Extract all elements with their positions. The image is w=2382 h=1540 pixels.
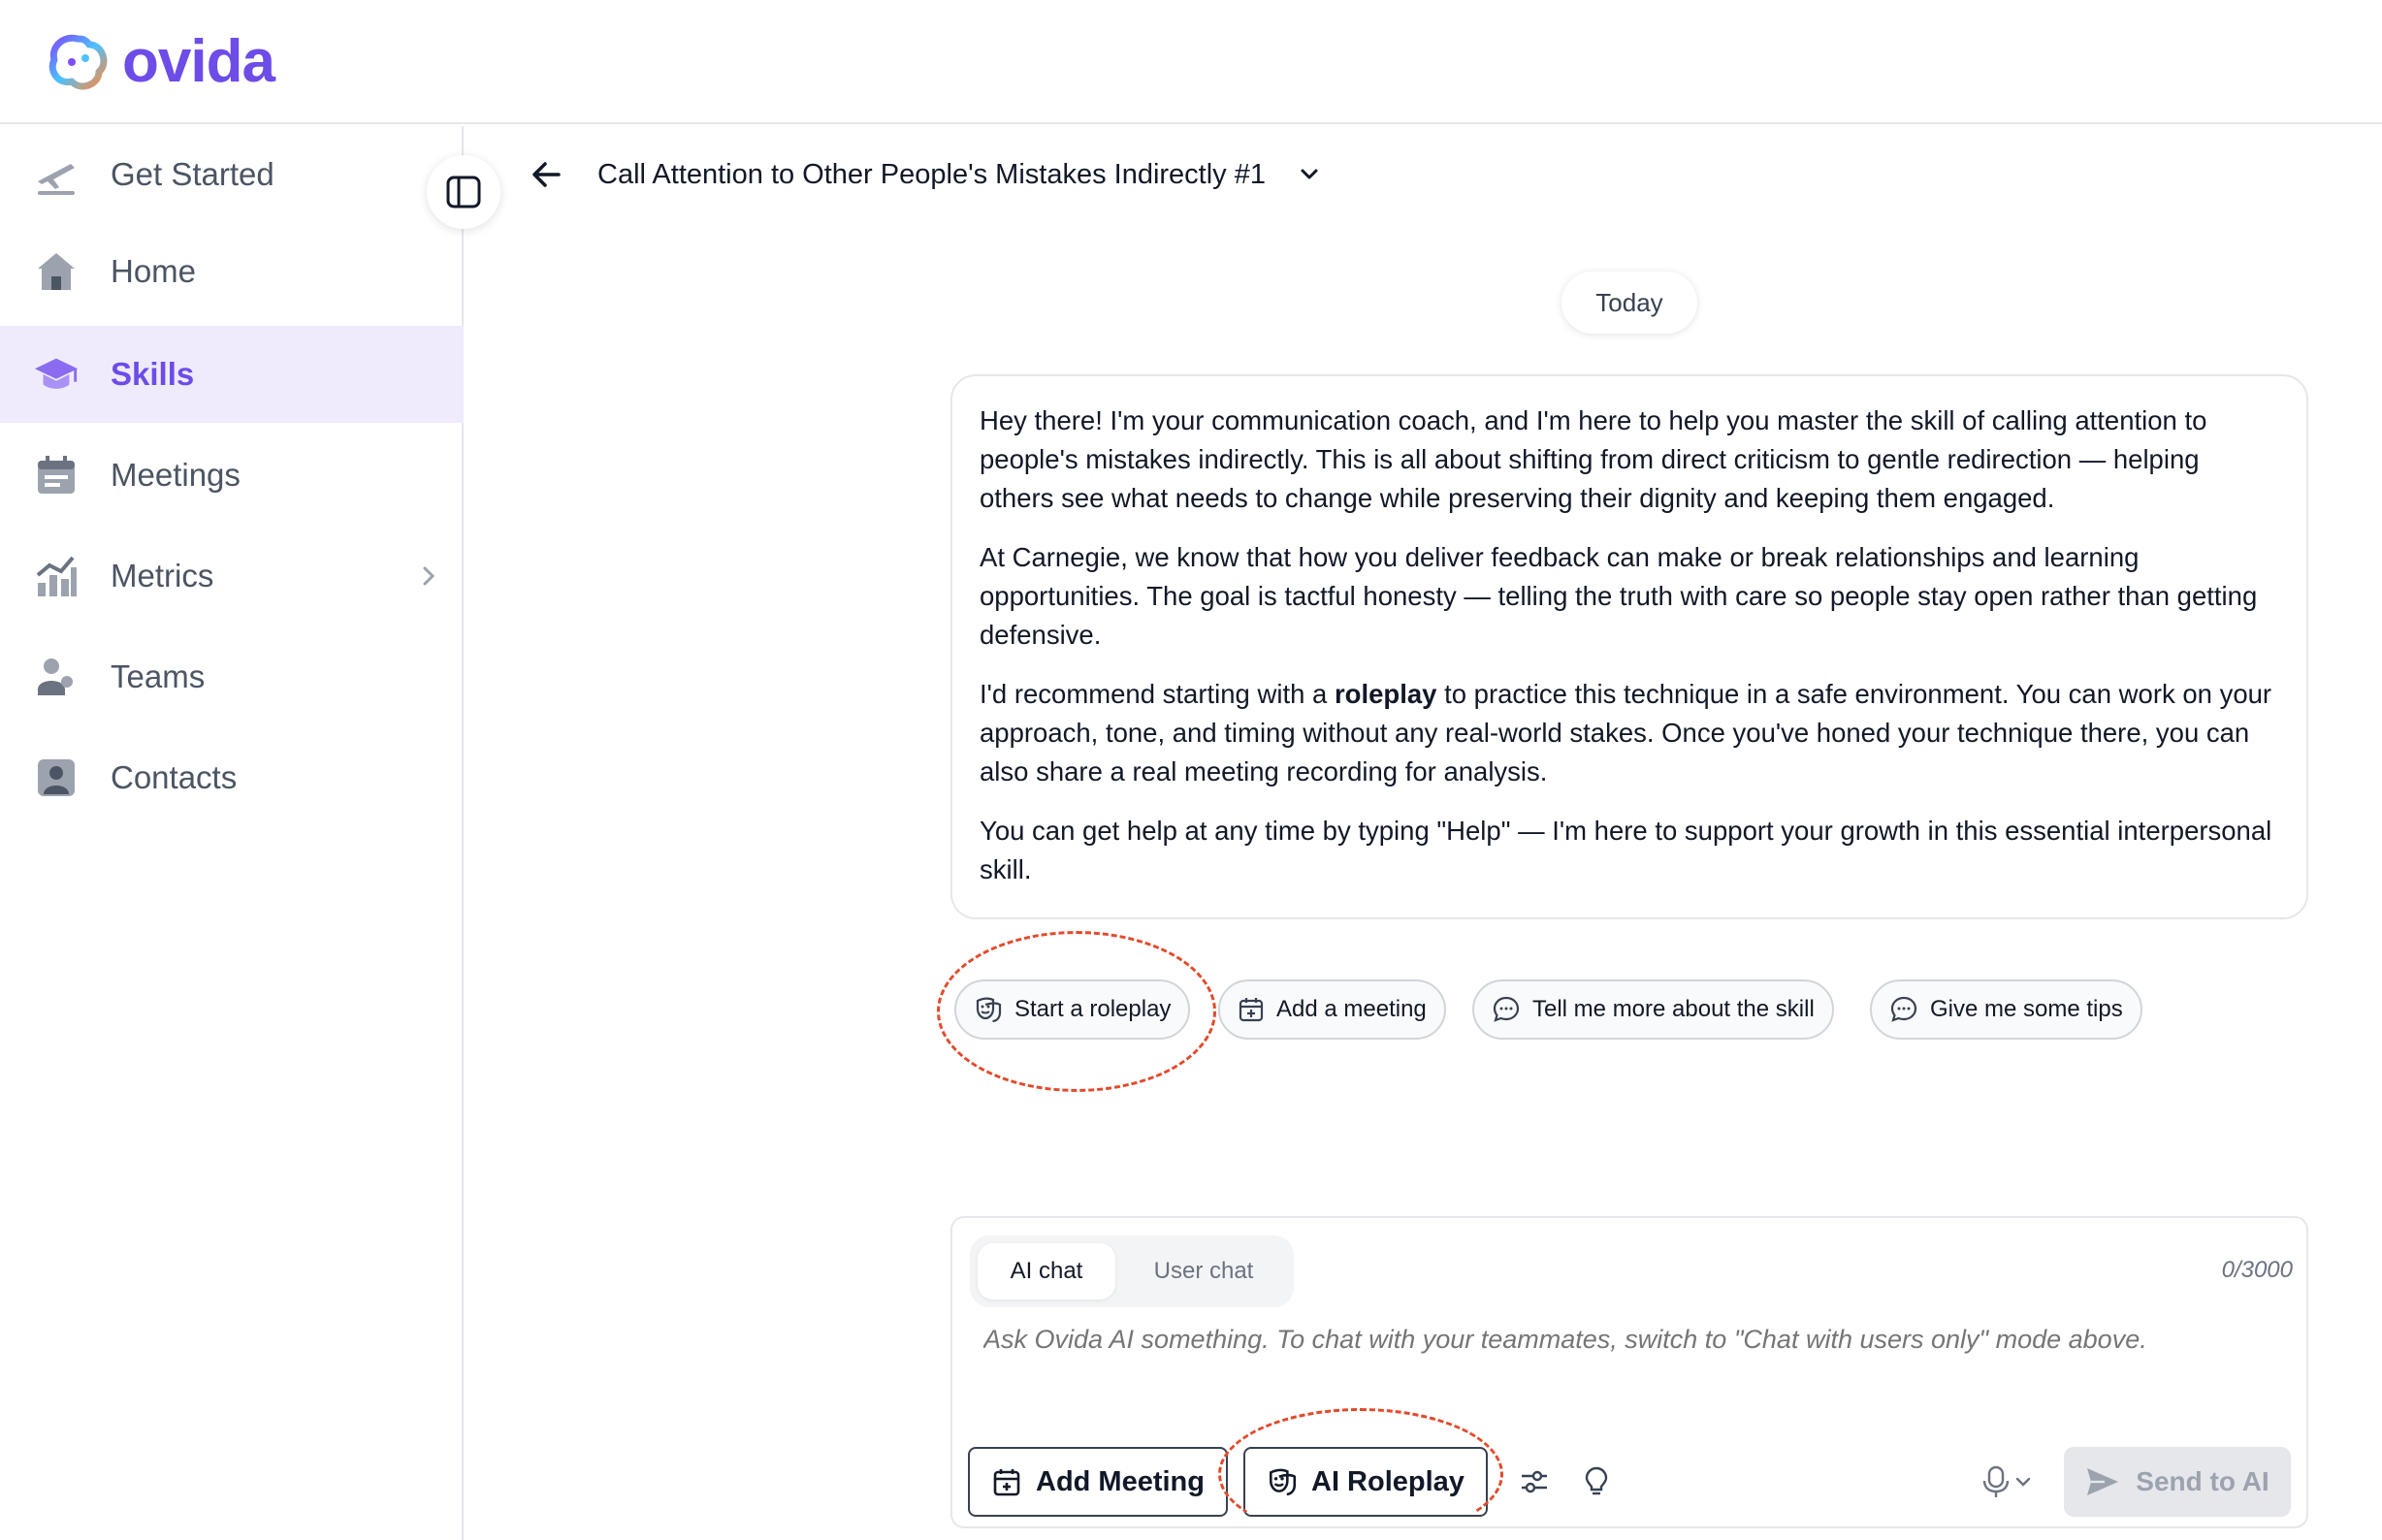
ovida-logo[interactable]: ovida (43, 27, 275, 97)
top-bar: ovida (0, 0, 2382, 124)
sidebar-item-label: Metrics (111, 558, 214, 594)
suggestion-label: Give me some tips (1930, 996, 2123, 1022)
calendar-add-icon (993, 1469, 1020, 1496)
ovida-logo-icon (48, 34, 108, 90)
sidebar-item-home[interactable]: Home (0, 223, 464, 320)
sidebar-item-get-started[interactable]: Get Started (0, 126, 464, 223)
chat-bubble-icon (1890, 996, 1917, 1022)
message-bold-text: roleplay (1334, 679, 1437, 709)
suggestion-start-roleplay[interactable]: Start a roleplay (954, 979, 1191, 1040)
message-paragraph: At Carnegie, we know that how you delive… (980, 542, 2258, 650)
sidebar-item-label: Teams (111, 658, 206, 694)
microphone-icon (1982, 1465, 2010, 1497)
suggestion-label: Start a roleplay (1014, 996, 1172, 1022)
people-icon (33, 654, 80, 700)
chevron-down-icon (2015, 1477, 2031, 1487)
contact-icon (33, 754, 80, 801)
character-counter: 0/3000 (2221, 1257, 2293, 1283)
message-paragraph: You can get help at any time by typing "… (980, 816, 2272, 884)
suggestion-tell-more[interactable]: Tell me more about the skill (1472, 979, 1834, 1040)
add-meeting-button[interactable]: Add Meeting (968, 1447, 1228, 1517)
sidebar-item-skills[interactable]: Skills (0, 326, 464, 423)
sidebar-panel-icon (446, 176, 481, 209)
ai-roleplay-button[interactable]: AI Roleplay (1243, 1447, 1488, 1517)
send-button[interactable]: Send to AI (2064, 1447, 2291, 1517)
microphone-dropdown[interactable] (1973, 1462, 2041, 1501)
sidebar-item-label: Contacts (111, 759, 238, 795)
sidebar-item-label: Get Started (111, 156, 274, 192)
sidebar: Get Started Home Skills Meetings Metrics… (0, 126, 464, 1540)
chart-icon (33, 553, 80, 599)
calendar-add-icon (1239, 998, 1264, 1022)
home-icon (33, 248, 80, 295)
lightbulb-icon[interactable] (1577, 1462, 1616, 1501)
chat-title[interactable]: Call Attention to Other People's Mistake… (597, 155, 1266, 194)
send-icon (2087, 1468, 2119, 1495)
message-text: I'd recommend starting with a (980, 679, 1335, 709)
sidebar-toggle-button[interactable] (427, 155, 500, 229)
sidebar-item-label: Skills (111, 356, 195, 392)
suggestion-label: Tell me more about the skill (1532, 996, 1815, 1022)
tab-user-chat[interactable]: User chat (1121, 1243, 1286, 1299)
ai-message: Hey there! I'm your communication coach,… (950, 374, 2308, 919)
sidebar-item-label: Meetings (111, 457, 241, 493)
settings-sliders-icon[interactable] (1515, 1462, 1554, 1501)
ai-roleplay-label: AI Roleplay (1311, 1465, 1465, 1497)
theater-masks-icon (976, 997, 1002, 1023)
sidebar-item-label: Home (111, 253, 197, 289)
suggestion-tips[interactable]: Give me some tips (1870, 979, 2142, 1040)
calendar-icon (33, 452, 80, 498)
chevron-right-icon (423, 566, 435, 586)
suggestion-add-meeting[interactable]: Add a meeting (1218, 979, 1446, 1040)
add-meeting-label: Add Meeting (1036, 1465, 1205, 1497)
date-separator: Today (1561, 272, 1697, 334)
sidebar-item-metrics[interactable]: Metrics (0, 528, 464, 625)
theater-masks-icon (1269, 1468, 1297, 1496)
message-input[interactable] (983, 1325, 2283, 1355)
graduation-cap-icon (33, 351, 80, 398)
logo-text: ovida (122, 28, 275, 95)
sidebar-item-teams[interactable]: Teams (0, 628, 464, 725)
message-paragraph: I'd recommend starting with a roleplay t… (980, 675, 2279, 791)
tab-ai-chat[interactable]: AI chat (978, 1243, 1115, 1299)
suggestion-label: Add a meeting (1276, 996, 1427, 1022)
chat-mode-tabs: AI chat User chat (970, 1235, 1294, 1307)
back-arrow-icon[interactable] (528, 155, 566, 194)
plane-icon (33, 151, 80, 198)
send-label: Send to AI (2136, 1466, 2269, 1496)
sidebar-item-meetings[interactable]: Meetings (0, 427, 464, 524)
message-paragraph: Hey there! I'm your communication coach,… (980, 405, 2207, 513)
sidebar-item-contacts[interactable]: Contacts (0, 729, 464, 826)
chevron-down-icon[interactable] (1296, 161, 1323, 188)
chat-bubble-icon (1493, 996, 1520, 1022)
chat-composer: AI chat User chat 0/3000 Add Meeting AI … (950, 1216, 2308, 1528)
